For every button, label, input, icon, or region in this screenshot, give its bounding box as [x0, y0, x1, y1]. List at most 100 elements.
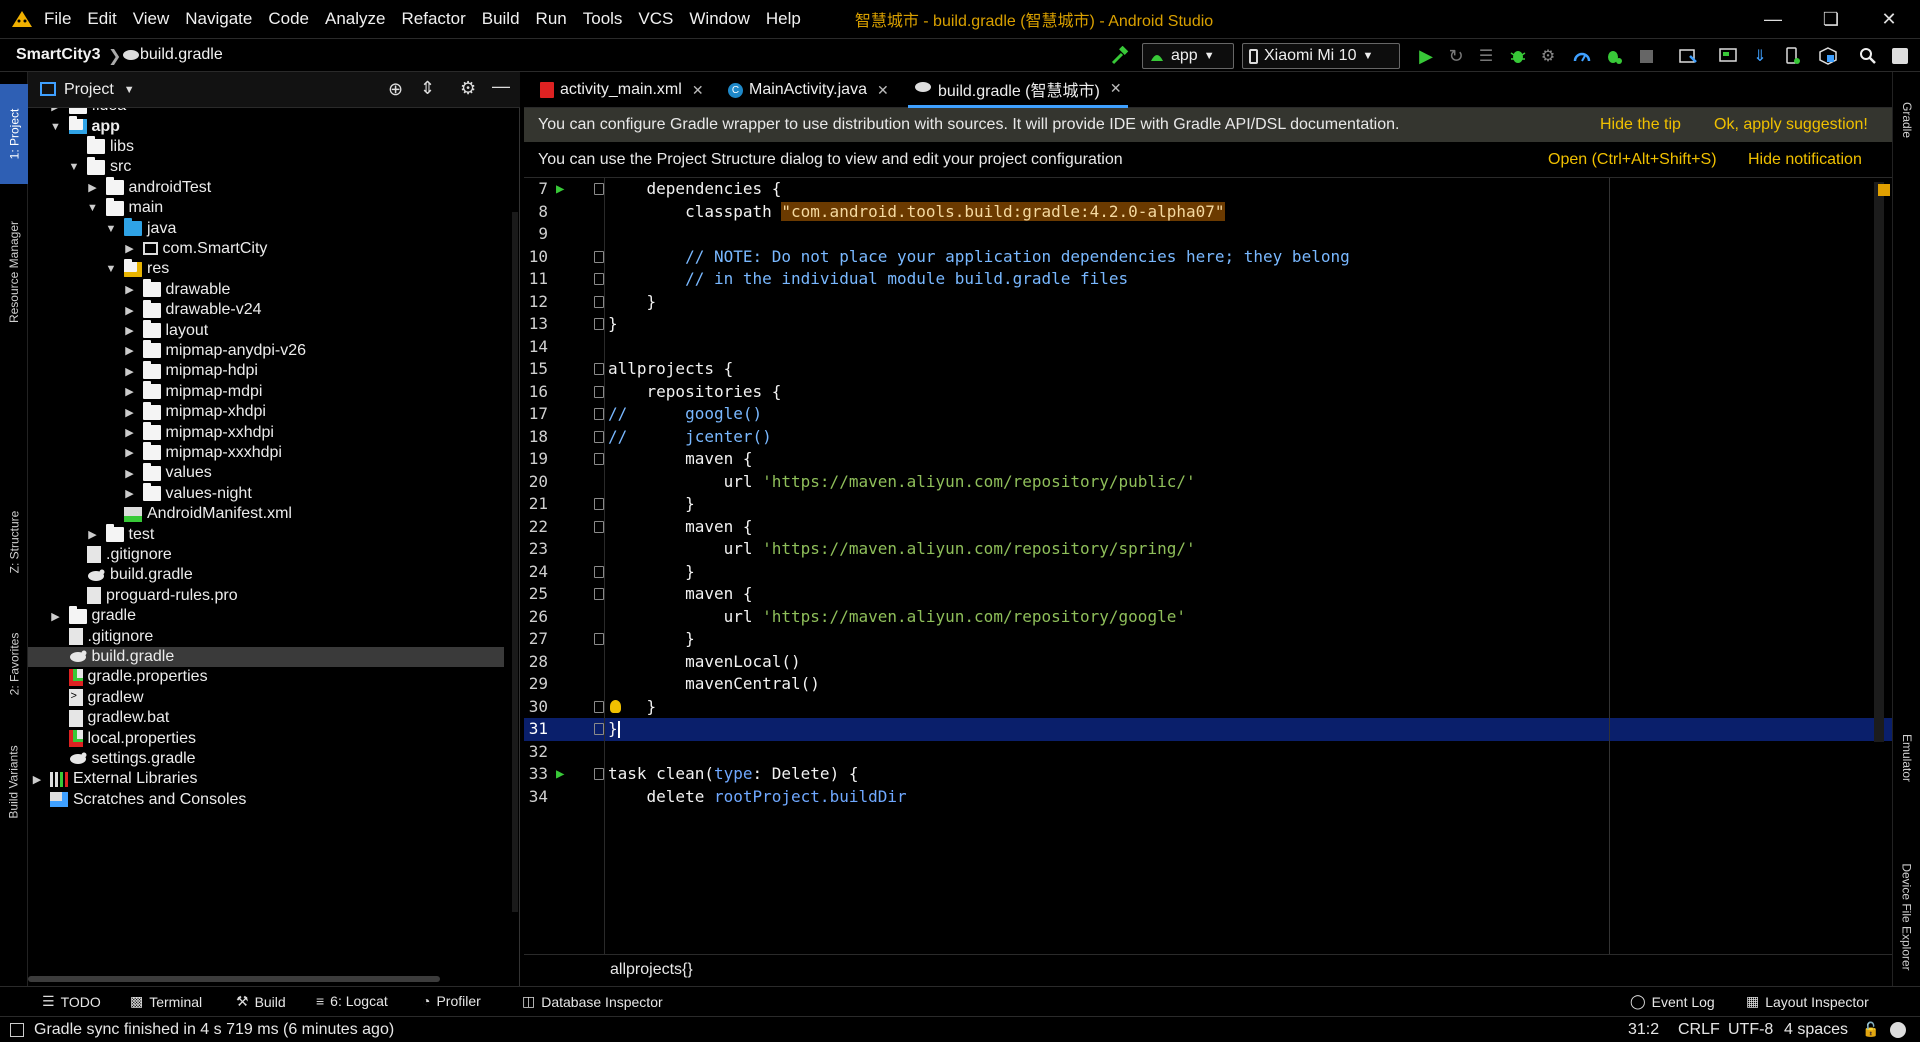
tree-item[interactable]: ▶ layout	[28, 320, 504, 340]
fold-marker-icon[interactable]	[594, 430, 604, 443]
editor-vertical-scrollbar[interactable]	[1874, 182, 1884, 742]
gear-icon[interactable]: ⚙	[460, 78, 476, 99]
line-separator[interactable]: CRLF	[1678, 1021, 1720, 1039]
code-line[interactable]: 15 allprojects {	[524, 358, 1892, 381]
tree-item[interactable]: ▶ values-night	[28, 483, 504, 504]
tree-item[interactable]: ▶ mipmap-xxhdpi	[28, 422, 504, 442]
code-line[interactable]: 24 }	[524, 561, 1892, 584]
caret-position[interactable]: 31:2	[1628, 1021, 1659, 1039]
warning-marker-icon[interactable]	[1878, 184, 1890, 196]
collapsed-arrow-icon[interactable]: ▶	[86, 181, 100, 194]
collapsed-arrow-icon[interactable]: ▶	[123, 365, 137, 378]
menu-refactor[interactable]: Refactor	[401, 9, 465, 29]
tree-item[interactable]: gradle.properties	[28, 667, 504, 687]
fold-marker-icon[interactable]	[594, 498, 604, 510]
tree-item[interactable]: ▼ res	[28, 258, 504, 279]
collapsed-arrow-icon[interactable]: ▶	[123, 446, 137, 459]
indent-setting[interactable]: 4 spaces	[1784, 1021, 1848, 1039]
hide-notification-link[interactable]: Hide notification	[1748, 151, 1862, 169]
fold-marker-icon[interactable]	[594, 408, 604, 420]
code-line[interactable]: 13}	[524, 313, 1892, 336]
expanded-arrow-icon[interactable]: ▼	[67, 161, 81, 173]
close-icon[interactable]: ✕	[877, 82, 889, 99]
collapsed-arrow-icon[interactable]: ▶	[123, 426, 137, 439]
code-line[interactable]: 16 repositories {	[524, 381, 1892, 404]
tree-item[interactable]: ▶ drawable	[28, 279, 504, 300]
code-line[interactable]: 27 }	[524, 628, 1892, 651]
tree-item[interactable]: gradlew.bat	[28, 708, 504, 728]
expanded-arrow-icon[interactable]: ▼	[86, 202, 100, 214]
sdk-manager-icon[interactable]: ⇓	[1748, 44, 1772, 68]
menu-window[interactable]: Window	[689, 9, 749, 29]
stop-icon[interactable]	[1634, 44, 1658, 68]
tree-item[interactable]: ▶ test	[28, 524, 504, 544]
tree-horizontal-scrollbar[interactable]	[28, 976, 440, 982]
menu-edit[interactable]: Edit	[87, 9, 116, 29]
collapsed-arrow-icon[interactable]: ▶	[123, 344, 137, 357]
code-line[interactable]: 19 maven {	[524, 448, 1892, 471]
collapsed-arrow-icon[interactable]: ▶	[123, 487, 137, 500]
close-icon[interactable]: ✕	[1110, 80, 1122, 97]
chevron-down-icon[interactable]: ▼	[124, 84, 135, 96]
hide-panel-icon[interactable]: —	[492, 76, 510, 97]
logcat-tool-button[interactable]: ≡ 6: Logcat	[316, 993, 388, 1009]
code-line[interactable]: 30 }	[524, 696, 1892, 719]
collapsed-arrow-icon[interactable]: ▶	[123, 467, 137, 480]
tree-item[interactable]: ▼ main	[28, 197, 504, 218]
tree-item[interactable]: libs	[28, 136, 504, 157]
tab-build-variants[interactable]: Build Variants	[0, 732, 28, 832]
file-encoding[interactable]: UTF-8	[1728, 1021, 1773, 1039]
tree-item[interactable]: settings.gradle	[28, 749, 504, 769]
tab-emulator[interactable]: Emulator	[1893, 708, 1920, 808]
tree-item[interactable]: ▶ mipmap-anydpi-v26	[28, 340, 504, 361]
fold-marker-icon[interactable]	[594, 700, 604, 713]
breadcrumb-file[interactable]: build.gradle	[140, 46, 223, 64]
code-editor[interactable]: 7 ▶ dependencies {8 classpath "com.androi…	[524, 178, 1892, 954]
tab-structure[interactable]: Z: Structure	[0, 492, 28, 592]
project-panel-title[interactable]: Project	[64, 81, 114, 99]
breadcrumb-project[interactable]: SmartCity3	[16, 46, 100, 64]
code-line[interactable]: 22 maven {	[524, 516, 1892, 539]
code-line[interactable]: 20 url 'https://maven.aliyun.com/reposit…	[524, 471, 1892, 494]
collapsed-arrow-icon[interactable]: ▶	[123, 385, 137, 398]
tree-item[interactable]: .gitignore	[28, 545, 504, 565]
code-line[interactable]: 12 }	[524, 291, 1892, 314]
device-manager-icon[interactable]	[1780, 44, 1804, 68]
status-toggle-icon[interactable]	[10, 1023, 24, 1037]
code-line[interactable]: 10 // NOTE: Do not place your applicatio…	[524, 246, 1892, 269]
tree-item[interactable]: ▶ .idea	[28, 108, 504, 116]
code-line[interactable]: 33 ▶ task clean(type: Delete) {	[524, 763, 1892, 786]
fold-marker-icon[interactable]	[594, 520, 604, 533]
close-icon[interactable]: ✕	[692, 82, 704, 99]
hide-tip-link[interactable]: Hide the tip	[1600, 116, 1681, 134]
collapsed-arrow-icon[interactable]: ▶	[49, 108, 63, 113]
code-line[interactable]: 9	[524, 223, 1892, 246]
tab-build-gradle[interactable]: build.gradle (智慧城市) ✕	[908, 72, 1128, 108]
tree-item[interactable]: .gitignore	[28, 626, 504, 646]
close-window-button[interactable]: ✕	[1866, 0, 1912, 38]
run-gutter-icon[interactable]: ▶	[556, 763, 564, 786]
tree-item[interactable]: ▶ com.SmartCity	[28, 239, 504, 259]
code-line[interactable]: 31}	[524, 718, 1892, 741]
profile-icon[interactable]	[1570, 44, 1594, 68]
fold-marker-icon[interactable]	[594, 633, 604, 645]
run-configuration-select[interactable]: app ▼	[1142, 43, 1234, 69]
tab-favorites[interactable]: 2: Favorites	[0, 614, 28, 714]
menu-view[interactable]: View	[133, 9, 170, 29]
fold-marker-icon[interactable]	[594, 723, 604, 735]
menu-analyze[interactable]: Analyze	[325, 9, 385, 29]
tree-item[interactable]: ▶ gradle	[28, 605, 504, 626]
run-icon[interactable]: ▶	[1414, 44, 1438, 68]
tree-item[interactable]: ▶ External Libraries	[28, 769, 504, 789]
menu-help[interactable]: Help	[766, 9, 801, 29]
tree-item[interactable]: build.gradle	[28, 646, 504, 668]
tab-activity-main-xml[interactable]: activity_main.xml ✕	[534, 72, 710, 108]
tab-project[interactable]: 1: Project	[0, 84, 28, 184]
menu-run[interactable]: Run	[536, 9, 567, 29]
code-line[interactable]: 18 // jcenter()	[524, 426, 1892, 449]
collapsed-arrow-icon[interactable]: ▶	[123, 283, 137, 296]
tree-item[interactable]: ▶ mipmap-hdpi	[28, 360, 504, 381]
tab-gradle[interactable]: Gradle	[1893, 80, 1920, 160]
code-line[interactable]: 17 // google()	[524, 403, 1892, 426]
code-line[interactable]: 32	[524, 741, 1892, 764]
